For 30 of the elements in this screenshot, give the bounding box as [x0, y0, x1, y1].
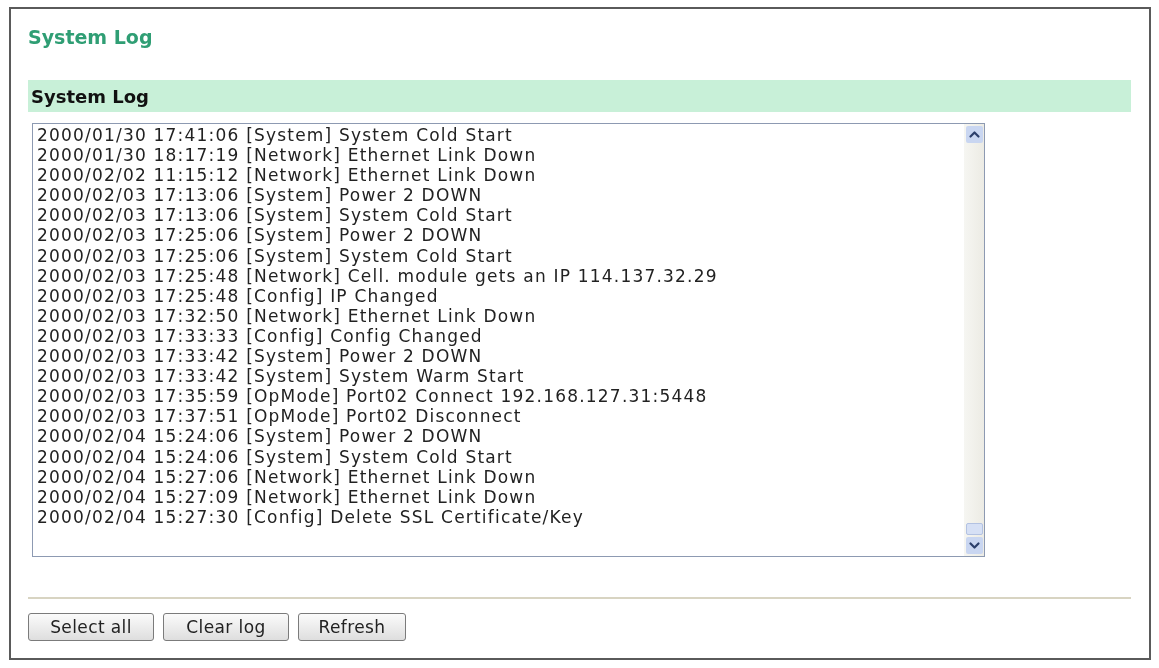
log-line: 2000/02/03 17:25:48 [Config] IP Changed — [37, 285, 439, 306]
scrollbar[interactable] — [964, 124, 984, 556]
log-line: 2000/01/30 17:41:06 [System] System Cold Start — [37, 125, 513, 146]
log-line: 2000/02/03 17:32:50 [Network] Ethernet Link Down — [37, 305, 537, 326]
chevron-up-icon[interactable] — [965, 126, 983, 143]
log-line: 2000/02/04 15:24:06 [System] System Cold Start — [37, 446, 513, 467]
log-line: 2000/02/04 15:24:06 [System] Power 2 DOWN — [37, 426, 483, 447]
log-line: 2000/02/03 17:33:33 [Config] Config Changed — [37, 325, 483, 347]
log-line: 2000/02/03 17:33:42 [System] Power 2 DOWN — [37, 346, 483, 367]
log-line: 2000/02/04 15:27:30 [Config] Delete SSL Certificate/Key — [37, 506, 584, 527]
log-line: 2000/02/03 17:37:51 [OpMode] Port02 Disconnect — [37, 406, 522, 427]
log-line: 2000/02/03 17:25:48 [Network] Cell. module gets an IP 114.137.32.29 — [37, 265, 718, 286]
action-button[interactable]: Refresh — [298, 613, 406, 641]
log-line: 2000/02/02 11:15:12 [Network] Ethernet Link Down — [37, 165, 537, 186]
log-line: 2000/02/03 17:13:06 [System] Power 2 DOWN — [37, 185, 483, 206]
page-title: System Log — [28, 25, 153, 49]
action-button[interactable]: Clear log — [163, 613, 289, 641]
log-line: 2000/01/30 18:17:19 [Network] Ethernet Link Down — [37, 145, 537, 166]
log-textarea[interactable] — [32, 123, 985, 557]
log-line: 2000/02/04 15:27:09 [Network] Ethernet Link Down — [37, 486, 537, 507]
log-line: 2000/02/03 17:25:06 [System] Power 2 DOWN — [37, 225, 483, 246]
log-line: 2000/02/03 17:13:06 [System] System Cold Start — [37, 205, 513, 226]
scrollbar-thumb[interactable] — [965, 523, 983, 535]
chevron-down-icon[interactable] — [965, 537, 983, 554]
log-line: 2000/02/03 17:35:59 [OpMode] Port02 Connect 192.168.127.31:5448 — [37, 386, 708, 407]
section-header: System Log — [28, 80, 1131, 112]
log-line: 2000/02/04 15:27:06 [Network] Ethernet Link Down — [37, 466, 537, 487]
action-button[interactable]: Select all — [28, 613, 154, 641]
log-line: 2000/02/03 17:33:42 [System] System Warm Start — [37, 366, 525, 387]
log-line: 2000/02/03 17:25:06 [System] System Cold Start — [37, 245, 513, 266]
